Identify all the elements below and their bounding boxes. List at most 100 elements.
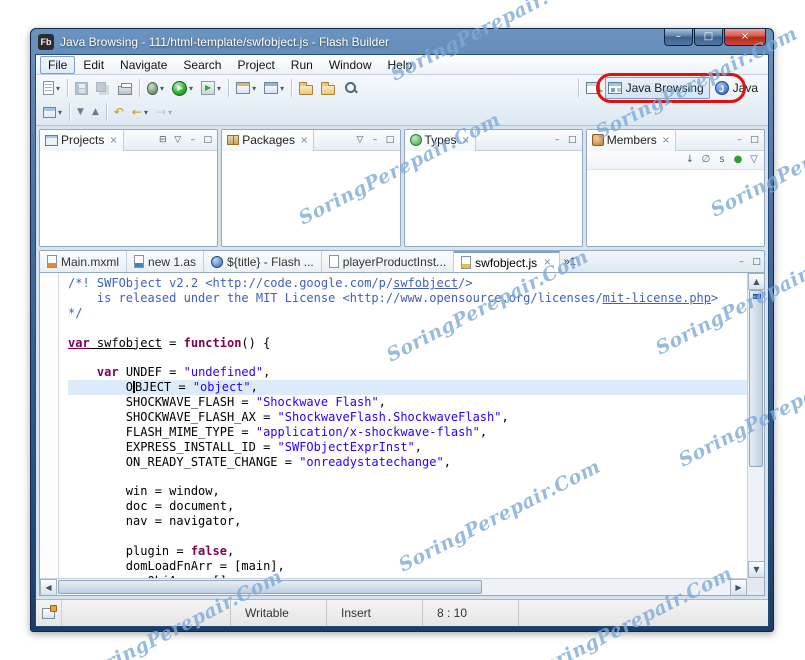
code-line[interactable]: FLASH_MIME_TYPE = "application/x-shockwa… [68,425,747,440]
open-resource-button[interactable] [296,77,316,99]
minimize-editor-button[interactable]: – [734,255,749,269]
code-line[interactable]: ON_READY_STATE_CHANGE = "onreadystatecha… [68,455,747,470]
last-edit-location-button[interactable]: ↶ [111,101,127,123]
code-line[interactable] [68,350,747,365]
export-release-button[interactable]: ▾ [261,77,287,99]
menu-help[interactable]: Help [380,56,421,74]
projects-tab[interactable]: Projects × [40,129,124,151]
vertical-scrollbar[interactable]: ▲ ▼ [747,273,764,578]
horizontal-scrollbar[interactable]: ◀ ▶ [40,578,747,595]
view-menu-icon[interactable]: ▽ [170,133,185,147]
packages-content[interactable] [222,151,400,246]
code-line[interactable]: SHOCKWAVE_FLASH_AX = "ShockwaveFlash.Sho… [68,410,747,425]
horizontal-scroll-thumb[interactable] [58,580,483,594]
vertical-scroll-thumb[interactable] [749,290,763,467]
search-button[interactable] [340,77,362,99]
close-icon[interactable]: × [300,135,308,146]
title-bar[interactable]: Fb Java Browsing - 111/html-template/swf… [31,29,773,54]
code-line[interactable]: */ [68,306,747,321]
maximize-editor-button[interactable]: □ [749,255,764,269]
menu-file[interactable]: File [40,55,76,74]
previous-annotation-button[interactable]: ▲ [89,101,102,123]
scroll-up-icon[interactable]: ▲ [748,273,764,290]
code-line[interactable] [68,321,747,336]
run-button[interactable]: ▶ ▾ [169,77,196,99]
members-tab[interactable]: Members × [586,129,677,151]
minimize-view-button[interactable]: – [732,133,747,147]
code-line[interactable] [68,529,747,544]
code-line[interactable]: SHOCKWAVE_FLASH = "Shockwave Flash", [68,395,747,410]
maximize-button[interactable]: □ [694,29,723,46]
tab-swfobject-js[interactable]: swfobject.js × [454,251,560,272]
new-wizard-button[interactable]: ▾ [40,77,63,99]
menu-search[interactable]: Search [175,56,229,74]
scroll-right-icon[interactable]: ▶ [730,579,747,595]
minimize-button[interactable]: – [664,29,693,46]
annotation-ruler[interactable] [40,273,59,578]
view-menu-icon[interactable]: ▽ [747,153,761,167]
view-menu-icon[interactable]: ▽ [353,133,368,147]
minimize-view-button[interactable]: – [185,133,200,147]
open-file-button[interactable] [318,77,338,99]
code-line[interactable]: plugin = false, [68,544,747,559]
close-icon[interactable]: × [109,135,117,146]
open-perspective-button[interactable] [583,77,604,99]
maximize-view-button[interactable]: □ [383,133,398,147]
menu-window[interactable]: Window [321,56,380,74]
types-content[interactable] [404,151,582,246]
close-button[interactable]: × [724,29,766,46]
code-line[interactable]: domLoadFnArr = [main], [68,559,747,574]
close-icon[interactable]: × [462,135,470,146]
code-line[interactable]: var swfobject = function() { [68,336,747,351]
tab-overflow-chevron[interactable]: »1 [560,251,580,272]
collapse-all-icon[interactable]: ⊟ [155,133,170,147]
back-button[interactable]: ← ▾ [129,101,151,123]
maximize-view-button[interactable]: □ [565,133,580,147]
external-tools-button[interactable]: ▶ ▾ [198,77,224,99]
menu-navigate[interactable]: Navigate [112,56,175,74]
forward-button[interactable]: → ▾ [153,101,175,123]
code-line[interactable] [68,470,747,485]
code-area[interactable]: /*! SWFObject v2.2 <http://code.google.c… [60,273,747,578]
debug-button[interactable]: ▾ [144,77,167,99]
sort-icon[interactable]: ↓ [683,153,697,167]
minimize-view-button[interactable]: – [368,133,383,147]
close-icon[interactable]: × [662,135,670,146]
save-button[interactable] [72,77,91,99]
maximize-view-button[interactable]: □ [747,133,762,147]
code-line[interactable]: nav = navigator, [68,514,747,529]
code-line[interactable]: /*! SWFObject v2.2 <http://code.google.c… [68,276,747,291]
code-line[interactable]: var UNDEF = "undefined", [68,365,747,380]
types-tab[interactable]: Types × [404,129,476,151]
hide-nonpublic-icon[interactable]: ● [731,153,745,167]
tab-new-1-as[interactable]: new 1.as [127,251,205,272]
java-perspective-button[interactable]: J Java [712,77,764,99]
profile-button[interactable]: ▾ [233,77,259,99]
menu-run[interactable]: Run [283,56,321,74]
overview-annotation-marker[interactable] [753,294,761,299]
filter-icon[interactable]: ∅ [699,153,713,167]
print-button[interactable] [115,77,135,99]
code-line[interactable]: doc = document, [68,499,747,514]
code-line[interactable]: is released under the MIT License <http:… [68,291,747,306]
minimize-view-button[interactable]: – [550,133,565,147]
scroll-down-icon[interactable]: ▼ [748,561,764,578]
code-line[interactable]: EXPRESS_INSTALL_ID = "SWFObjectExprInst"… [68,440,747,455]
projects-content[interactable] [40,151,218,246]
tab-title-flash[interactable]: ${title} - Flash ... [204,251,322,272]
java-browsing-perspective-button[interactable]: Java Browsing [604,77,710,99]
hide-static-icon[interactable]: s [715,153,729,167]
tab-playerproductinst[interactable]: playerProductInst... [321,251,455,272]
menu-edit[interactable]: Edit [75,56,112,74]
fast-view-icon[interactable] [42,604,57,619]
close-icon[interactable]: × [543,257,551,268]
packages-tab[interactable]: Packages × [222,129,315,151]
code-line[interactable]: win = window, [68,484,747,499]
open-console-button[interactable]: ▾ [40,101,65,123]
save-all-button[interactable] [93,77,113,99]
members-content[interactable]: ↓ ∅ s ● ▽ [586,151,764,246]
scroll-left-icon[interactable]: ◀ [40,579,57,595]
menu-project[interactable]: Project [229,56,282,74]
maximize-view-button[interactable]: □ [200,133,215,147]
tab-main-mxml[interactable]: Main.mxml [40,251,128,272]
